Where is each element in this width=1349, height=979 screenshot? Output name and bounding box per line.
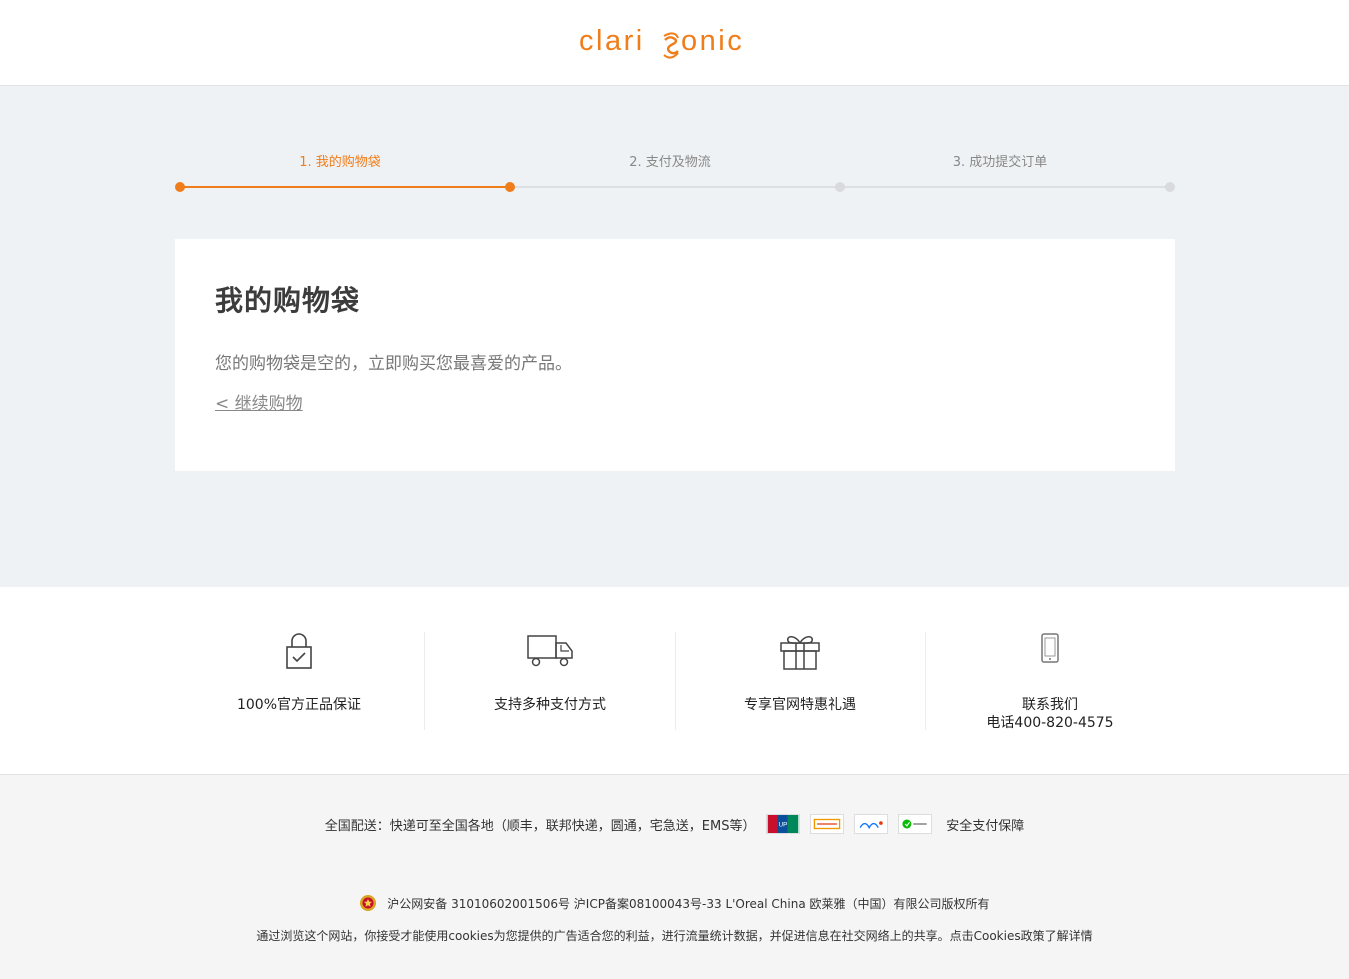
feature-contact-text: 联系我们 电话400-820-4575 [925, 696, 1175, 732]
unionpay-icon: UP [765, 814, 800, 834]
svg-text:onic: onic [681, 25, 744, 57]
shipping-row: 全国配送：快递可至全国各地（顺丰，联邦快递，圆通，宅急送，EMS等） UP 安全… [0, 814, 1349, 838]
progress-dot-step-2 [835, 182, 845, 192]
cookie-notice[interactable]: 通过浏览这个网站，你接受才能使用cookies为您提供的广告适合您的利益，进行流… [0, 927, 1349, 944]
site-footer: 全国配送：快递可至全国各地（顺丰，联邦快递，圆通，宅急送，EMS等） UP 安全… [0, 776, 1349, 979]
checkout-main: 1. 我的购物袋 2. 支付及物流 3. 成功提交订单 我的购物袋 您的购物袋是… [0, 86, 1349, 587]
feature-authentic-text: 100%官方正品保证 [236, 697, 362, 713]
empty-cart-message: 您的购物袋是空的，立即购买您最喜爱的产品。 [215, 354, 572, 374]
site-header: clari onic [0, 0, 1349, 86]
checkout-steps: 1. 我的购物袋 2. 支付及物流 3. 成功提交订单 [175, 146, 1175, 196]
safe-payment-text: 安全支付保障 [946, 818, 1025, 834]
progress-fill [180, 186, 510, 188]
cart-title: 我的购物袋 [215, 284, 361, 317]
feature-payment: 支持多种支付方式 [425, 632, 675, 732]
shipping-text: 全国配送：快递可至全国各地（顺丰，联邦快递，圆通，宅急送，EMS等） [324, 818, 756, 834]
cart-card: 我的购物袋 您的购物袋是空的，立即购买您最喜爱的产品。 < 继续购物 [175, 239, 1175, 471]
feature-gift-text: 专享官网特惠礼遇 [744, 697, 856, 713]
bank-transfer-icon [809, 814, 844, 834]
continue-shopping-link[interactable]: < 继续购物 [215, 389, 303, 414]
gift-icon [780, 636, 820, 670]
truck-icon [527, 635, 573, 667]
feature-contact: 联系我们 电话400-820-4575 [925, 632, 1175, 732]
lock-check-icon [286, 633, 312, 669]
service-features: 100%官方正品保证 支持多种支付方式 专享官网特惠礼遇 联系我们 电话400-… [0, 587, 1349, 775]
police-badge-icon [360, 895, 377, 911]
contact-label: 联系我们 [1022, 697, 1078, 713]
alipay-icon [853, 814, 888, 834]
contact-phone[interactable]: 电话400-820-4575 [986, 715, 1113, 731]
progress-dot-start [175, 182, 185, 192]
progress-dot-step-3 [1165, 182, 1175, 192]
feature-payment-text: 支持多种支付方式 [494, 697, 606, 713]
clarisonic-logo[interactable]: clari onic [579, 22, 771, 62]
svg-text:clari: clari [579, 25, 645, 57]
svg-text:UP: UP [778, 822, 787, 829]
feature-gift: 专享官网特惠礼遇 [675, 632, 925, 732]
legal-row: 沪公网安备 31010602001506号 沪ICP备案08100043号-33… [0, 894, 1349, 912]
phone-icon [1041, 633, 1059, 663]
feature-authentic: 100%官方正品保证 [174, 632, 424, 732]
progress-dot-step-1 [505, 182, 515, 192]
wechat-pay-icon [898, 814, 933, 834]
step-2-label: 2. 支付及物流 [629, 155, 711, 170]
step-1-label[interactable]: 1. 我的购物袋 [240, 151, 440, 170]
step-3-label: 3. 成功提交订单 [952, 155, 1048, 170]
legal-text: 沪公网安备 31010602001506号 沪ICP备案08100043号-33… [387, 896, 990, 911]
